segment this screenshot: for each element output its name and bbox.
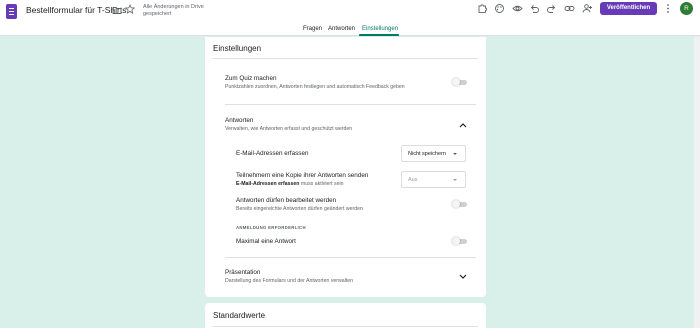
quiz-subtitle: Punktzahlen zuordnen, Antworten festlege… (225, 84, 405, 90)
publish-button[interactable]: Veröffentlichen (600, 2, 657, 15)
chevron-down-icon[interactable] (459, 274, 467, 280)
undo-icon[interactable] (529, 3, 540, 14)
active-tab-indicator (359, 34, 399, 36)
tab-settings[interactable]: Einstellungen (362, 26, 398, 32)
palette-icon[interactable] (494, 3, 505, 14)
allow-edit-subtitle: Bereits eingereichte Antworten dürfen ge… (236, 206, 363, 212)
tab-questions[interactable]: Fragen (303, 26, 322, 32)
avatar[interactable]: R (680, 2, 693, 15)
addon-icon[interactable] (477, 3, 488, 14)
link-icon[interactable] (564, 3, 575, 14)
limit-one-toggle[interactable] (452, 237, 467, 245)
tab-bar: Fragen Antworten Einstellungen (0, 24, 700, 36)
app-header: Bestellformular für T-Shirts Alle Änderu… (0, 0, 700, 36)
defaults-card: Standardwerte (205, 303, 486, 328)
collect-email-value: Nicht speichern (408, 151, 446, 157)
allow-edit-label: Antworten dürfen bearbeitet werden (236, 197, 337, 204)
divider (225, 257, 476, 258)
divider (213, 58, 478, 59)
divider (225, 104, 476, 105)
presentation-subtitle: Darstellung des Formulars und der Antwor… (225, 278, 354, 284)
settings-card: Einstellungen Zum Quiz machen Punktzahle… (205, 37, 486, 297)
allow-edit-toggle[interactable] (452, 200, 467, 208)
send-copy-value: Aus (408, 177, 418, 183)
collect-email-select[interactable]: Nicht speichern (401, 145, 466, 162)
presentation-title: Präsentation (225, 269, 261, 276)
send-copy-sub-rest: muss aktiviert sein (299, 181, 344, 187)
star-icon[interactable] (125, 4, 135, 14)
chevron-down-icon (453, 179, 457, 181)
send-copy-label: Teilnehmern eine Kopie ihrer Antworten s… (236, 172, 369, 179)
login-required-label: ANMELDUNG ERFORDERLICH (236, 225, 306, 230)
forms-logo-icon[interactable] (6, 4, 17, 19)
send-copy-subtitle: E-Mail-Adressen erfassen muss aktiviert … (236, 181, 344, 187)
defaults-title: Standardwerte (213, 311, 266, 320)
more-vert-icon[interactable] (664, 3, 672, 14)
responses-title: Antworten (225, 117, 254, 124)
redo-icon[interactable] (546, 3, 557, 14)
page-scrollbar[interactable] (694, 37, 700, 328)
divider (213, 326, 478, 327)
folder-icon[interactable] (112, 5, 122, 15)
send-copy-select[interactable]: Aus (401, 171, 466, 188)
responses-subtitle: Verwalten, wie Antworten erfasst und ges… (225, 126, 353, 132)
send-copy-sub-bold: E-Mail-Adressen erfassen (236, 181, 300, 187)
tab-responses[interactable]: Antworten (328, 26, 355, 32)
settings-title: Einstellungen (213, 44, 262, 53)
collect-email-label: E-Mail-Adressen erfassen (236, 150, 309, 157)
quiz-title: Zum Quiz machen (225, 75, 277, 82)
add-collaborator-icon[interactable] (582, 3, 593, 14)
limit-one-label: Maximal eine Antwort (236, 238, 296, 245)
chevron-up-icon[interactable] (459, 122, 467, 128)
chevron-down-icon (453, 153, 457, 155)
save-status: Alle Änderungen in Drive gespeichert (143, 4, 204, 17)
quiz-toggle[interactable] (452, 78, 467, 86)
preview-icon[interactable] (512, 3, 523, 14)
